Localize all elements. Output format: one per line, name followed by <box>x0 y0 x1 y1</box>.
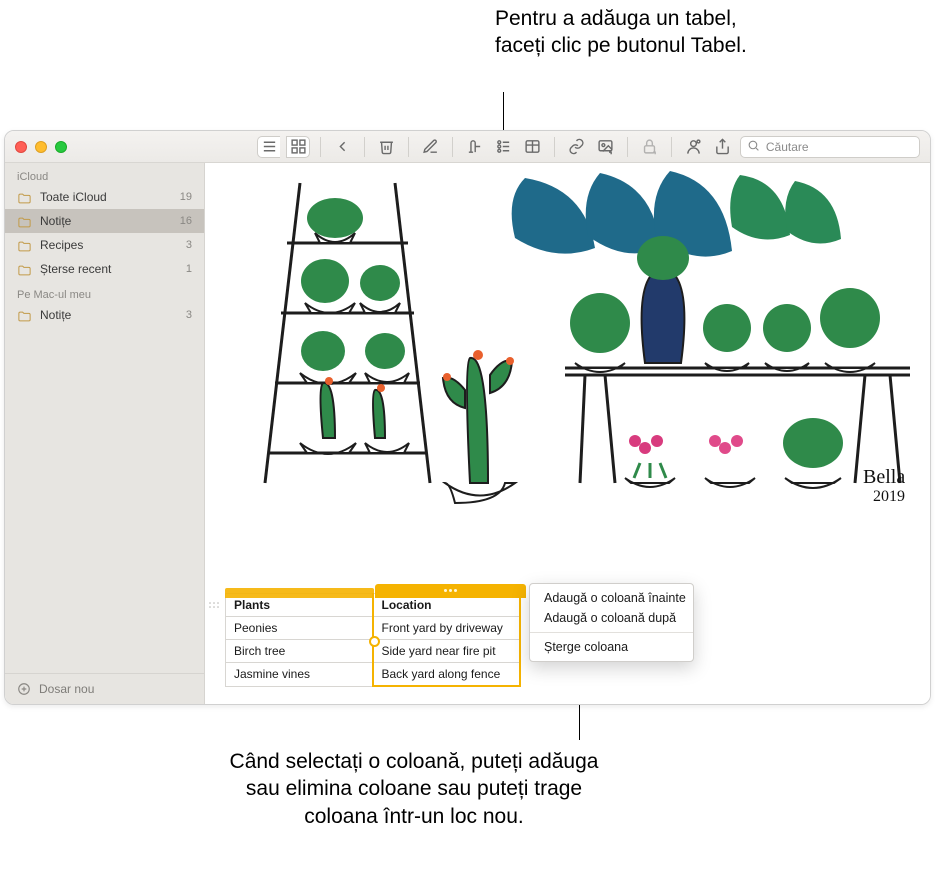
sidebar-item-count: 1 <box>186 263 192 275</box>
share-button[interactable] <box>711 136 734 158</box>
sidebar-item-label: Recipes <box>40 238 178 252</box>
column-header-tab-2-selected[interactable] <box>375 584 526 598</box>
notes-app-window: Căutare iCloud Toate iCloud 19 Notițe 16 <box>4 130 931 705</box>
table-cell[interactable]: Birch tree <box>226 640 373 663</box>
folder-icon <box>17 263 32 276</box>
ctx-separator <box>530 632 693 633</box>
media-button[interactable] <box>594 136 617 158</box>
new-note-button[interactable] <box>419 136 442 158</box>
illustration-signature-year: 2019 <box>873 488 905 505</box>
folder-icon <box>17 239 32 252</box>
table-cell[interactable]: Jasmine vines <box>226 663 373 687</box>
callout-top: Pentru a adăuga un tabel, faceți clic pe… <box>495 5 765 60</box>
column-context-menu: Adaugă o coloană înainte Adaugă o coloan… <box>529 583 694 662</box>
plus-circle-icon <box>17 682 31 696</box>
sidebar-group-header: Pe Mac-ul meu <box>5 281 204 303</box>
link-button[interactable] <box>565 136 588 158</box>
window-toolbar: Căutare <box>5 131 930 163</box>
folder-icon <box>17 191 32 204</box>
ctx-add-column-before[interactable]: Adaugă o coloană înainte <box>530 588 693 608</box>
sidebar-item-label: Toate iCloud <box>40 190 172 204</box>
table-cell[interactable]: Side yard near fire pit <box>373 640 520 663</box>
folder-icon <box>17 309 32 322</box>
checklist-button[interactable] <box>492 136 515 158</box>
window-body: iCloud Toate iCloud 19 Notițe 16 Re <box>5 163 930 704</box>
zoom-window-button[interactable] <box>55 141 67 153</box>
search-field[interactable]: Căutare <box>740 136 920 158</box>
sidebar-item-recently-deleted[interactable]: Șterse recent 1 <box>5 257 204 281</box>
sidebar-item-label: Notițe <box>40 308 178 322</box>
table-cell[interactable]: Front yard by driveway <box>373 617 520 640</box>
delete-button[interactable] <box>375 136 398 158</box>
close-window-button[interactable] <box>15 141 27 153</box>
sidebar-item-count: 3 <box>186 309 192 321</box>
table-button[interactable] <box>521 136 544 158</box>
sidebar-item-count: 3 <box>186 239 192 251</box>
view-list-button[interactable] <box>257 136 280 158</box>
sidebar-item-all-icloud[interactable]: Toate iCloud 19 <box>5 185 204 209</box>
search-icon <box>747 139 760 155</box>
folders-sidebar: iCloud Toate iCloud 19 Notițe 16 Re <box>5 163 205 704</box>
column-resize-knob[interactable] <box>369 636 380 647</box>
search-placeholder: Căutare <box>766 140 809 154</box>
sidebar-item-count: 16 <box>180 215 192 227</box>
view-gallery-button[interactable] <box>286 136 310 158</box>
table-cell[interactable]: Peonies <box>226 617 373 640</box>
sidebar-item-local-notes[interactable]: Notițe 3 <box>5 303 204 327</box>
folder-icon <box>17 215 32 228</box>
new-folder-button[interactable]: Dosar nou <box>5 673 204 704</box>
sidebar-group-header: iCloud <box>5 163 204 185</box>
table-cell[interactable]: Back yard along fence <box>373 663 520 687</box>
ctx-delete-column[interactable]: Șterge coloana <box>530 637 693 657</box>
note-content: Bella 2019 Plants Location <box>205 163 930 704</box>
lock-button[interactable] <box>638 136 661 158</box>
table-selection-handle-icon[interactable] <box>207 597 221 613</box>
illustration-signature-name: Bella <box>863 466 905 488</box>
back-button[interactable] <box>331 136 354 158</box>
new-folder-label: Dosar nou <box>39 682 94 696</box>
ctx-add-column-after[interactable]: Adaugă o coloană după <box>530 608 693 628</box>
window-traffic-lights <box>15 141 67 153</box>
sidebar-item-recipes[interactable]: Recipes 3 <box>5 233 204 257</box>
format-button[interactable] <box>462 136 485 158</box>
sidebar-item-count: 19 <box>180 191 192 203</box>
table-row[interactable]: Jasmine vines Back yard along fence <box>226 663 520 687</box>
sidebar-item-label: Șterse recent <box>40 262 178 276</box>
note-table-area: Plants Location Peonies Front yard by dr… <box>205 508 930 687</box>
minimize-window-button[interactable] <box>35 141 47 153</box>
note-illustration: Bella 2019 <box>205 163 930 508</box>
sidebar-item-label: Notițe <box>40 214 172 228</box>
column-header-tab-1[interactable] <box>225 588 374 598</box>
drag-dots-icon <box>442 589 460 594</box>
collaborate-button[interactable] <box>682 136 705 158</box>
callout-bottom: Când selectați o coloană, puteți adăuga … <box>220 748 608 830</box>
sidebar-item-notes[interactable]: Notițe 16 <box>5 209 204 233</box>
